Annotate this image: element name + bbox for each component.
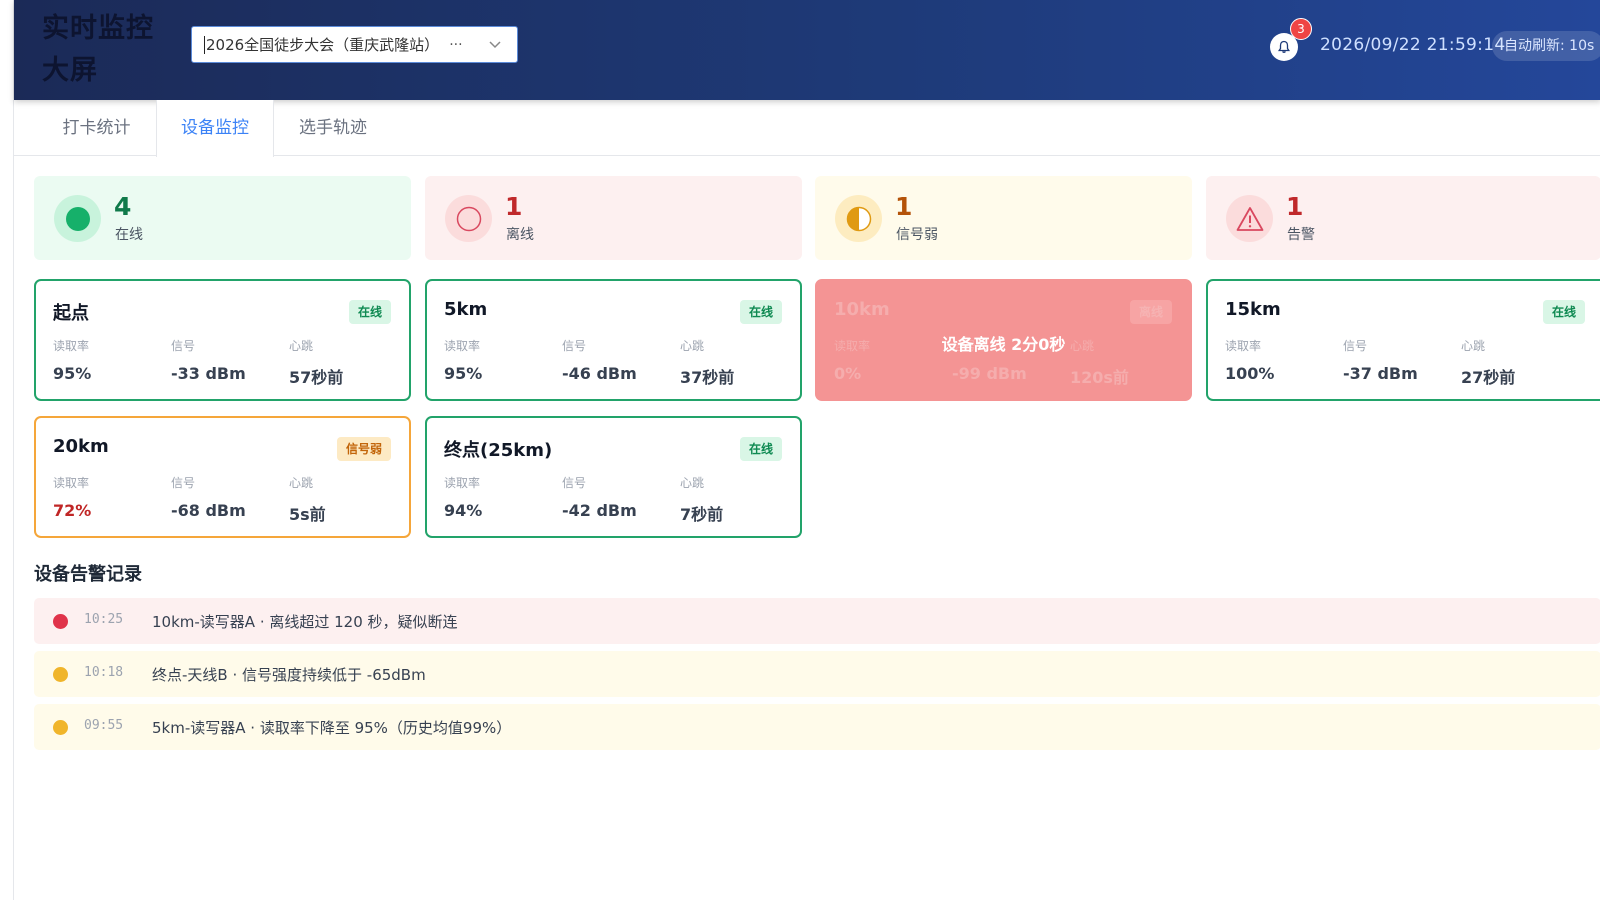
read-rate-value: 100% <box>1225 364 1275 383</box>
heartbeat-value: 7秒前 <box>680 505 724 524</box>
alarm-row[interactable]: 09:55 5km-读写器A · 读取率下降至 95%（历史均值99%） <box>34 704 1600 750</box>
device-card-start[interactable]: 起点 在线 读取率 95% 信号 -33 dBm 心跳 57秒前 <box>34 279 411 401</box>
monitor-page: 实时监控 大屏 2026全国徒步大会（重庆武隆站） ··· 3 2026/09/… <box>13 0 1600 900</box>
metric-label: 心跳 <box>1461 339 1486 353</box>
online-label: 在线 <box>115 227 143 243</box>
offline-label: 离线 <box>506 227 534 243</box>
summary-offline: 1 离线 <box>425 176 802 260</box>
alarm-time: 10:18 <box>84 665 124 680</box>
metric-label: 读取率 <box>1225 339 1262 353</box>
metric-label: 信号 <box>562 339 587 353</box>
alarm-time: 10:25 <box>84 612 124 627</box>
metric-label: 读取率 <box>444 339 481 353</box>
text-cursor <box>204 35 205 54</box>
metric-label: 信号 <box>171 339 196 353</box>
device-card-10km[interactable]: 10km 离线 读取率 0% 信号 -99 dBm 心跳 120s前 设备离线 2分0… <box>815 279 1192 401</box>
device-name: 10km <box>834 299 890 320</box>
page-title-line2: 大屏 <box>42 55 98 86</box>
event-overflow: ··· <box>449 36 463 53</box>
alarm-row[interactable]: 10:25 10km-读写器A · 离线超过 120 秒，疑似断连 <box>34 598 1600 644</box>
signal-value: -42 dBm <box>562 501 637 520</box>
status-badge: 在线 <box>739 437 782 461</box>
alarm-message: 10km-读写器A · 离线超过 120 秒，疑似断连 <box>152 613 458 631</box>
device-card-15km[interactable]: 15km 在线 读取率 100% 信号 -37 dBm 心跳 27秒前 <box>1206 279 1600 401</box>
alarm-log-title: 设备告警记录 <box>34 564 142 585</box>
device-name: 20km <box>53 436 109 457</box>
read-rate-value: 95% <box>53 364 92 383</box>
metric-label: 信号 <box>171 476 196 490</box>
metric-label: 心跳 <box>289 339 314 353</box>
alarm-level-dot <box>53 720 68 735</box>
metric-label: 信号 <box>1343 339 1368 353</box>
metric-label: 读取率 <box>444 476 481 490</box>
online-count: 4 <box>114 192 132 221</box>
page-title-line1: 实时监控 <box>42 13 154 44</box>
metric-label: 读取率 <box>53 476 90 490</box>
status-badge: 在线 <box>348 300 391 324</box>
read-rate-value: 0% <box>834 364 862 383</box>
summary-online: 4 在线 <box>34 176 411 260</box>
device-name: 15km <box>1225 299 1281 320</box>
status-badge: 离线 <box>1129 300 1172 324</box>
top-header: 实时监控 大屏 2026全国徒步大会（重庆武隆站） ··· 3 2026/09/… <box>14 0 1600 100</box>
signal-value: -37 dBm <box>1343 364 1418 383</box>
status-badge: 信号弱 <box>336 437 391 461</box>
device-card-finish[interactable]: 终点(25km) 在线 读取率 94% 信号 -42 dBm 心跳 7秒前 <box>425 416 802 538</box>
chevron-down-icon <box>489 41 501 49</box>
tab-runner-tracks[interactable]: 选手轨迹 <box>274 100 392 156</box>
tab-bar: 打卡统计 设备监控 选手轨迹 <box>14 100 1600 157</box>
device-name: 5km <box>444 299 488 320</box>
warning-triangle-icon <box>1226 195 1273 242</box>
metric-label: 心跳 <box>289 476 314 490</box>
device-name: 起点 <box>53 303 89 324</box>
signal-value: -46 dBm <box>562 364 637 383</box>
offline-status-icon <box>445 195 492 242</box>
offline-count: 1 <box>505 192 523 221</box>
heartbeat-value: 5s前 <box>289 505 326 524</box>
metric-label: 信号 <box>562 476 587 490</box>
tab-checkin-stats[interactable]: 打卡统计 <box>39 100 154 156</box>
half-circle-icon <box>835 195 882 242</box>
device-card-20km[interactable]: 20km 信号弱 读取率 72% 信号 -68 dBm 心跳 5s前 <box>34 416 411 538</box>
summary-weak-signal: 1 信号弱 <box>815 176 1192 260</box>
heartbeat-value: 27秒前 <box>1461 368 1516 387</box>
alarm-message: 终点-天线B · 信号强度持续低于 -65dBm <box>152 666 426 684</box>
status-badge: 在线 <box>739 300 782 324</box>
status-badge: 在线 <box>1542 300 1585 324</box>
alarm-row[interactable]: 10:18 终点-天线B · 信号强度持续低于 -65dBm <box>34 651 1600 697</box>
online-status-icon <box>54 195 101 242</box>
heartbeat-value: 37秒前 <box>680 368 735 387</box>
signal-value: -68 dBm <box>171 501 246 520</box>
metric-label: 心跳 <box>680 339 705 353</box>
metric-label: 心跳 <box>680 476 705 490</box>
tab-device-monitor[interactable]: 设备监控 <box>156 100 274 157</box>
read-rate-value: 95% <box>444 364 483 383</box>
datetime-display: 2026/09/22 21:59:14 <box>1320 35 1506 55</box>
alarm-time: 09:55 <box>84 718 124 733</box>
weak-label: 信号弱 <box>896 227 938 243</box>
page-title: 实时监控 大屏 <box>42 8 172 92</box>
notification-badge: 3 <box>1290 18 1312 40</box>
alarm-count: 1 <box>1286 192 1304 221</box>
signal-value: -33 dBm <box>171 364 246 383</box>
event-select[interactable]: 2026全国徒步大会（重庆武隆站） ··· <box>191 26 518 63</box>
heartbeat-value: 120s前 <box>1070 368 1129 387</box>
metric-label: 读取率 <box>53 339 90 353</box>
signal-value: -99 dBm <box>952 364 1027 383</box>
alarm-message: 5km-读写器A · 读取率下降至 95%（历史均值99%） <box>152 719 512 737</box>
alarm-level-dot <box>53 614 68 629</box>
read-rate-value: 72% <box>53 501 92 520</box>
auto-refresh-toggle[interactable]: 自动刷新: 10s <box>1492 31 1600 61</box>
alarm-level-dot <box>53 667 68 682</box>
summary-alarm: 1 告警 <box>1206 176 1600 260</box>
bell-icon <box>1278 40 1290 53</box>
weak-count: 1 <box>895 192 913 221</box>
device-name: 终点(25km) <box>444 440 553 461</box>
event-select-value: 2026全国徒步大会（重庆武隆站） <box>206 36 440 54</box>
heartbeat-value: 57秒前 <box>289 368 344 387</box>
read-rate-value: 94% <box>444 501 483 520</box>
offline-overlay-text: 设备离线 2分0秒 <box>941 335 1066 354</box>
alarm-label: 告警 <box>1287 227 1315 243</box>
device-card-5km[interactable]: 5km 在线 读取率 95% 信号 -46 dBm 心跳 37秒前 <box>425 279 802 401</box>
